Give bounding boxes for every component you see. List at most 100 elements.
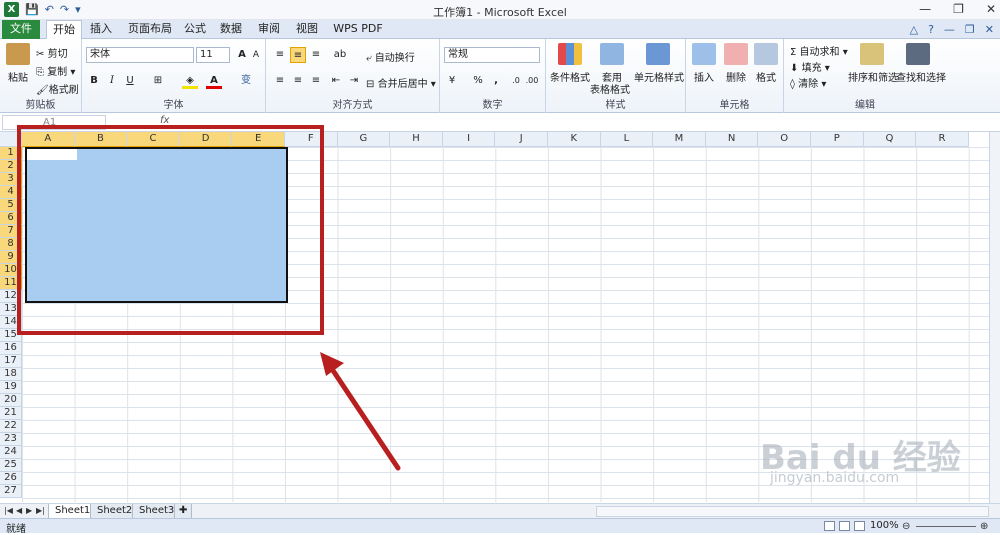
increase-indent-icon[interactable]: ⇥ <box>346 73 362 89</box>
binoculars-icon[interactable] <box>906 43 930 65</box>
align-bottom-icon[interactable]: ≡ <box>308 47 324 63</box>
next-sheet-icon[interactable]: ▶ <box>26 506 32 515</box>
row-header[interactable]: 18 <box>0 368 22 381</box>
column-header[interactable]: I <box>442 132 496 147</box>
vertical-scrollbar[interactable] <box>989 132 1000 503</box>
restore-button[interactable]: ❐ <box>953 2 964 16</box>
row-header[interactable]: 24 <box>0 446 22 459</box>
borders-icon[interactable]: ⊞ <box>150 73 166 89</box>
delete-cells-icon[interactable] <box>724 43 748 65</box>
wrap-text-button[interactable]: ⤶ 自动换行 <box>366 49 415 64</box>
row-header[interactable]: 17 <box>0 355 22 368</box>
row-header[interactable]: 22 <box>0 420 22 433</box>
row-header[interactable]: 27 <box>0 485 22 498</box>
tab-view[interactable]: 视图 <box>292 20 322 39</box>
tab-file[interactable]: 文件 <box>2 20 40 39</box>
workbook-minimize-icon[interactable]: — <box>944 23 955 36</box>
minimize-button[interactable]: — <box>919 2 931 16</box>
font-color-icon[interactable]: A <box>206 73 222 89</box>
row-header[interactable]: 19 <box>0 381 22 394</box>
font-size-select[interactable]: 11 <box>196 47 230 63</box>
prev-sheet-icon[interactable]: ◀ <box>16 506 22 515</box>
tab-wps-pdf[interactable]: WPS PDF <box>330 20 386 39</box>
column-header[interactable]: G <box>337 132 391 147</box>
paste-icon[interactable] <box>6 43 30 65</box>
normal-view-icon[interactable] <box>824 521 835 531</box>
column-header[interactable]: Q <box>863 132 917 147</box>
align-right-icon[interactable]: ≡ <box>308 73 324 89</box>
horizontal-scrollbar[interactable] <box>596 506 989 517</box>
sort-filter-icon[interactable] <box>860 43 884 65</box>
percent-button[interactable]: % <box>470 73 486 89</box>
column-header[interactable]: L <box>600 132 654 147</box>
cut-button[interactable]: ✂ 剪切 <box>36 45 68 60</box>
phonetic-button[interactable]: 变 <box>238 73 254 89</box>
workbook-restore-icon[interactable]: ❐ <box>965 23 975 36</box>
workbook-close-icon[interactable]: ✕ <box>985 23 994 36</box>
delete-cells-button[interactable]: 删除 <box>726 69 746 84</box>
row-header[interactable]: 20 <box>0 394 22 407</box>
first-sheet-icon[interactable]: |◀ <box>4 506 13 515</box>
zoom-in-icon[interactable]: ⊕ <box>980 521 988 532</box>
row-header[interactable]: 25 <box>0 459 22 472</box>
underline-button[interactable]: U <box>122 73 138 89</box>
paste-button[interactable]: 粘贴 <box>8 69 28 84</box>
tab-data[interactable]: 数据 <box>216 20 246 39</box>
align-left-icon[interactable]: ≡ <box>272 73 288 89</box>
increase-decimal-icon[interactable]: .0 <box>508 73 524 89</box>
orientation-icon[interactable]: ab <box>332 47 348 63</box>
align-top-icon[interactable]: ≡ <box>272 47 288 63</box>
insert-sheet-icon[interactable]: ✚ <box>174 504 193 519</box>
clear-button[interactable]: ◊ 清除 ▾ <box>790 75 826 90</box>
italic-button[interactable]: I <box>104 73 120 89</box>
column-header[interactable]: O <box>758 132 811 147</box>
row-header[interactable]: 21 <box>0 407 22 420</box>
bold-button[interactable]: B <box>86 73 102 89</box>
format-cells-button[interactable]: 格式 <box>756 69 776 84</box>
sort-filter-button[interactable]: 排序和筛选 <box>848 69 898 84</box>
page-break-view-icon[interactable] <box>854 521 865 531</box>
tab-home[interactable]: 开始 <box>46 20 82 40</box>
zoom-track[interactable] <box>916 526 976 527</box>
format-painter-button[interactable]: 🖌格式刷 <box>36 81 79 96</box>
align-center-icon[interactable]: ≡ <box>290 73 306 89</box>
tab-review[interactable]: 审阅 <box>254 20 284 39</box>
fill-color-icon[interactable]: ◈ <box>182 73 198 89</box>
insert-cells-icon[interactable] <box>692 43 716 65</box>
merge-center-button[interactable]: ⊟ 合并后居中 ▾ <box>366 75 436 90</box>
conditional-format-icon[interactable] <box>558 43 582 65</box>
decrease-decimal-icon[interactable]: .00 <box>524 73 540 89</box>
tab-insert[interactable]: 插入 <box>86 20 116 39</box>
column-header[interactable]: J <box>495 132 548 147</box>
page-layout-view-icon[interactable] <box>839 521 850 531</box>
zoom-out-icon[interactable]: ⊖ <box>902 521 910 532</box>
autosum-button[interactable]: Σ 自动求和 ▾ <box>790 43 848 58</box>
column-header[interactable]: K <box>548 132 601 147</box>
collapse-ribbon-icon[interactable]: △ <box>910 23 918 36</box>
font-name-select[interactable]: 宋体 <box>86 47 194 63</box>
close-button[interactable]: ✕ <box>986 2 996 16</box>
help-icon[interactable]: ? <box>928 23 934 36</box>
tab-formulas[interactable]: 公式 <box>180 20 210 39</box>
column-header[interactable]: M <box>653 132 706 147</box>
conditional-format-button[interactable]: 条件格式 <box>550 69 590 84</box>
row-header[interactable]: 26 <box>0 472 22 485</box>
format-cells-icon[interactable] <box>754 43 778 65</box>
cell-styles-button[interactable]: 单元格样式 <box>634 69 684 84</box>
zoom-level[interactable]: 100% <box>870 520 899 531</box>
insert-cells-button[interactable]: 插入 <box>694 69 714 84</box>
format-as-table-icon[interactable] <box>600 43 624 65</box>
number-format-select[interactable]: 常规 <box>444 47 540 63</box>
row-header[interactable]: 23 <box>0 433 22 446</box>
decrease-indent-icon[interactable]: ⇤ <box>328 73 344 89</box>
column-header[interactable]: P <box>811 132 864 147</box>
column-header[interactable]: H <box>390 132 443 147</box>
last-sheet-icon[interactable]: ▶| <box>36 506 45 515</box>
column-header[interactable]: N <box>705 132 759 147</box>
row-header[interactable]: 16 <box>0 342 22 355</box>
zoom-slider[interactable]: ⊖ ⊕ <box>902 521 992 532</box>
comma-button[interactable]: , <box>488 73 504 89</box>
column-header[interactable]: R <box>916 132 969 147</box>
fill-button[interactable]: ⬇ 填充 ▾ <box>790 59 830 74</box>
accounting-format-icon[interactable]: ¥ <box>444 73 460 89</box>
